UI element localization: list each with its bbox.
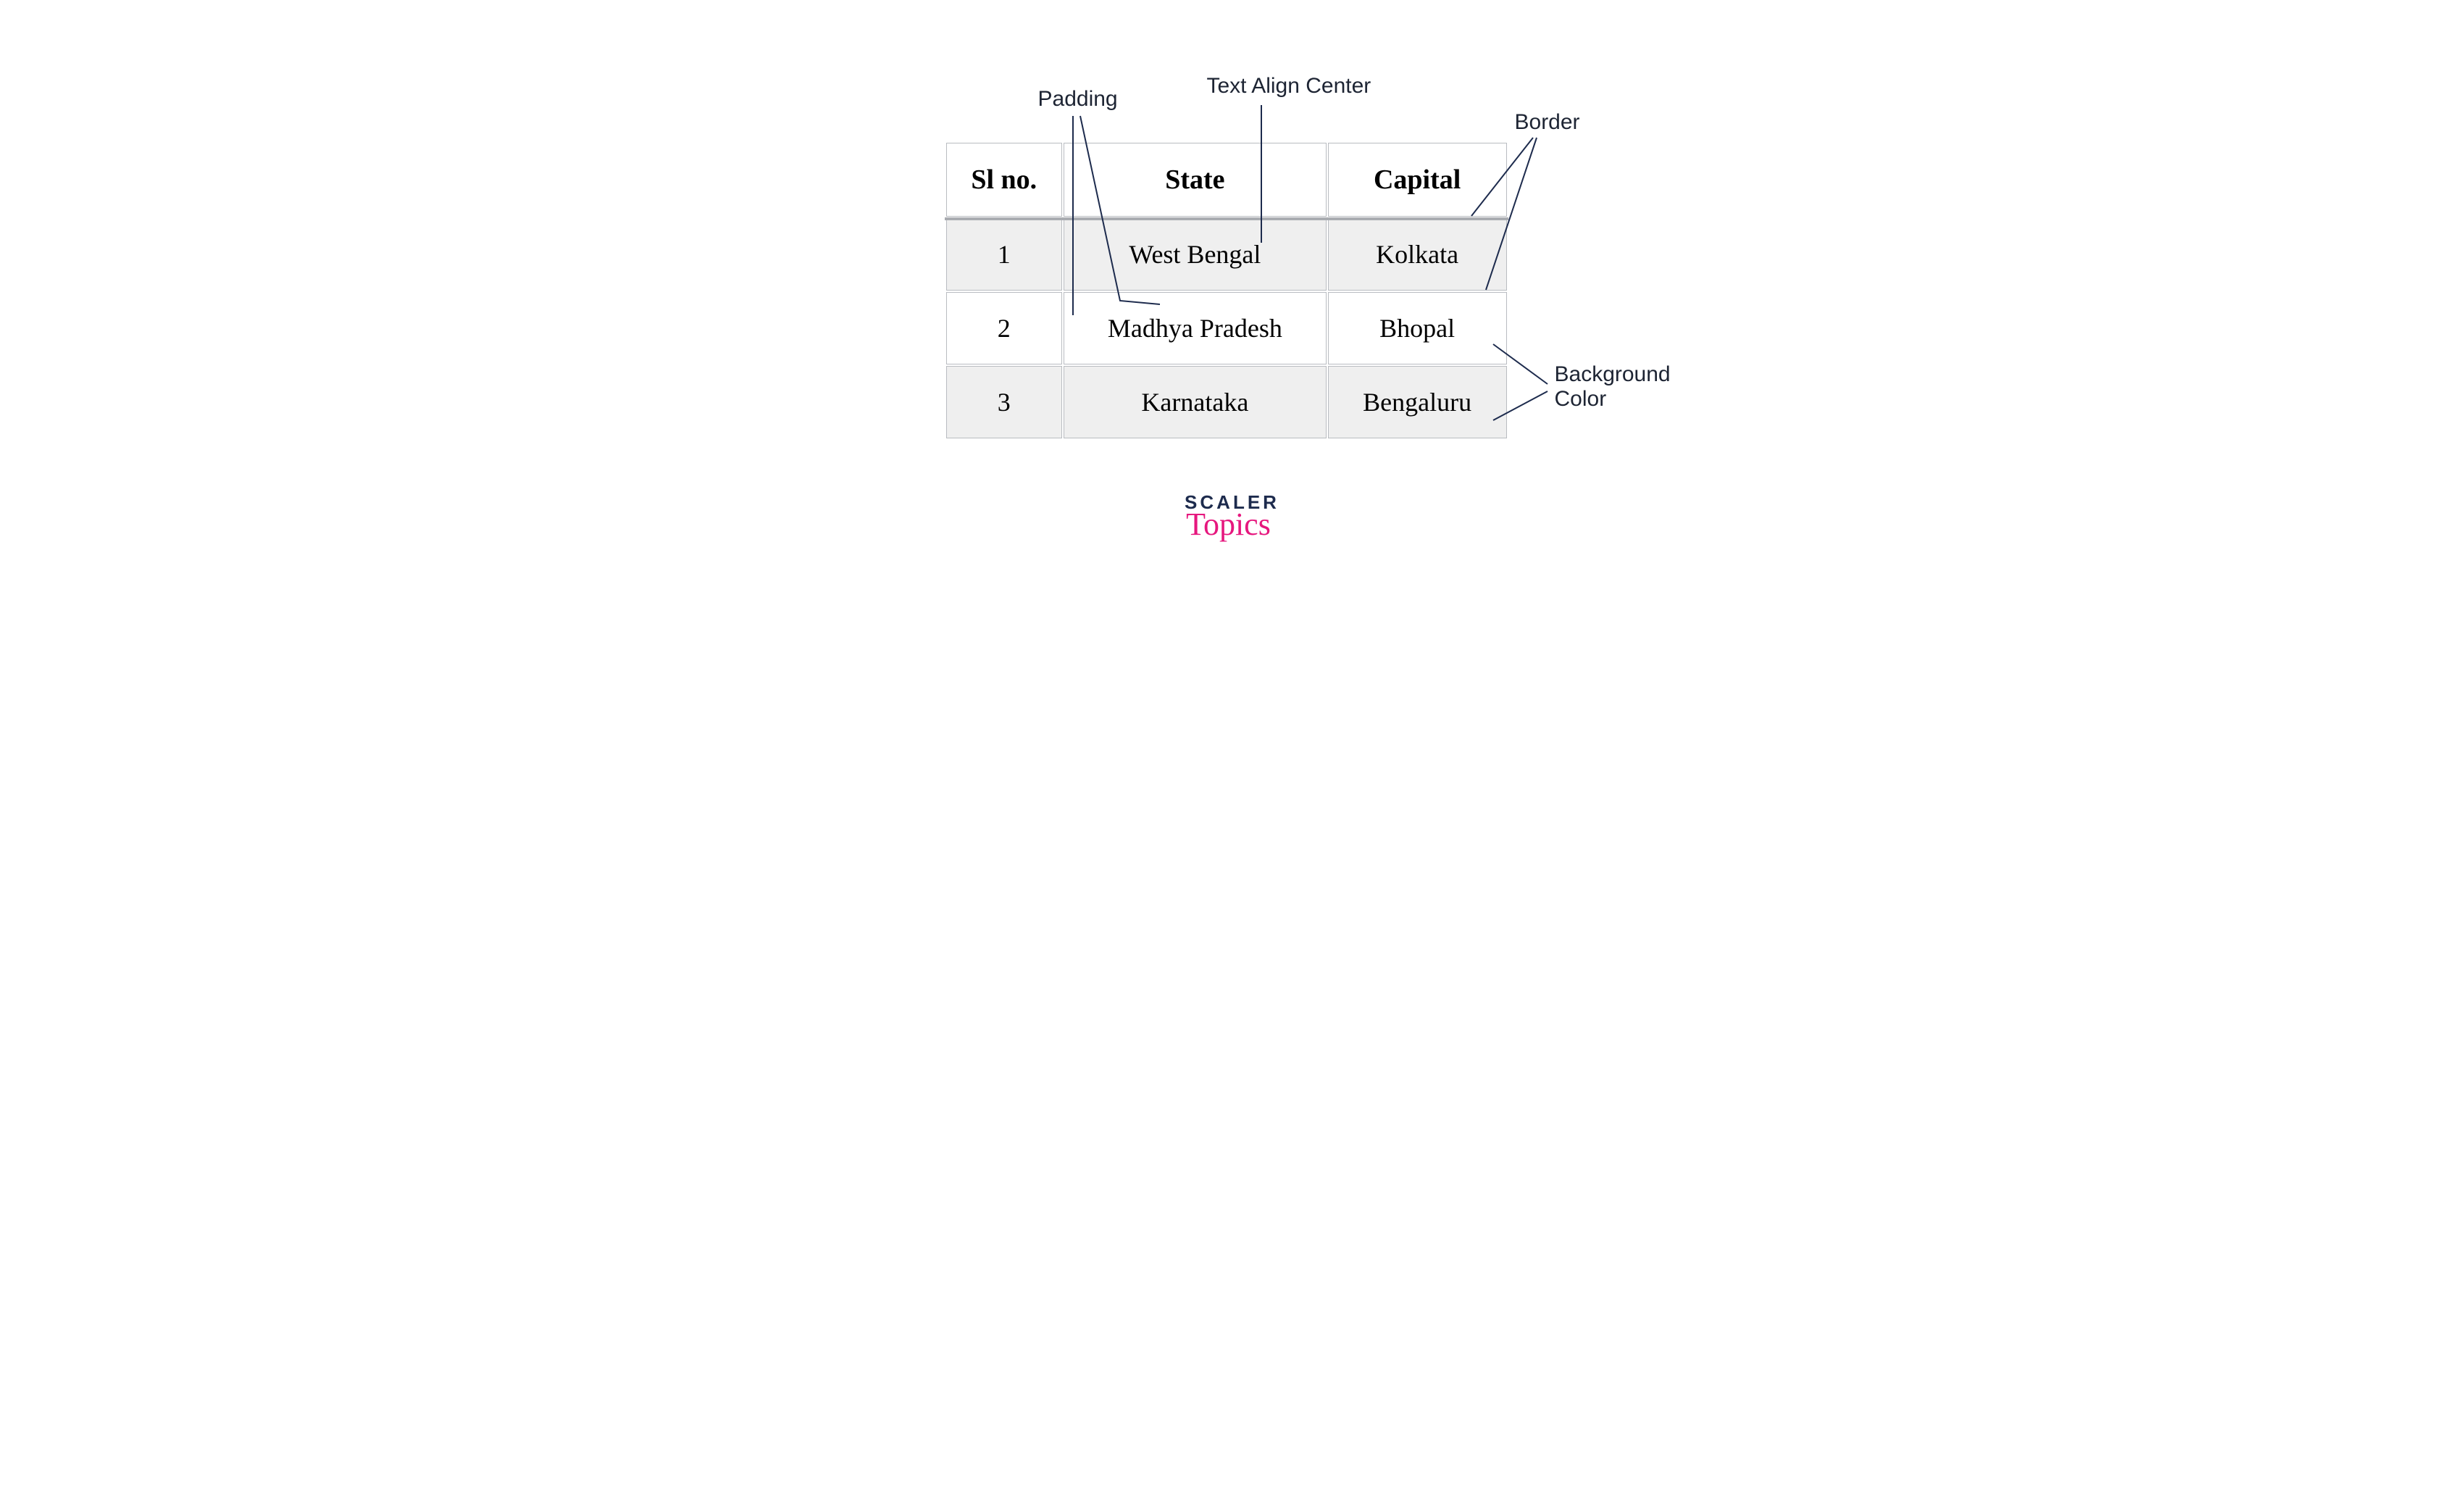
header-capital: Capital: [1328, 143, 1507, 217]
scaler-topics-logo: SCALER Topics: [1185, 493, 1279, 541]
annotation-text-align: Text Align Center: [1207, 74, 1371, 99]
header-slno: Sl no.: [946, 143, 1063, 217]
example-table: Sl no. State Capital 1 West Bengal Kolka…: [945, 141, 1508, 440]
table-row: 2 Madhya Pradesh Bhopal: [946, 292, 1507, 364]
annotation-border: Border: [1515, 110, 1580, 135]
header-state: State: [1064, 143, 1327, 217]
cell-capital: Kolkata: [1328, 218, 1507, 291]
table-header-row: Sl no. State Capital: [946, 143, 1507, 217]
cell-state: Karnataka: [1064, 366, 1327, 438]
cell-slno: 2: [946, 292, 1063, 364]
example-table-wrap: Sl no. State Capital 1 West Bengal Kolka…: [945, 141, 1508, 440]
cell-slno: 3: [946, 366, 1063, 438]
annotation-padding: Padding: [1038, 87, 1118, 112]
logo-topics: Topics: [1177, 509, 1279, 541]
cell-capital: Bengaluru: [1328, 366, 1507, 438]
table-row: 3 Karnataka Bengaluru: [946, 366, 1507, 438]
cell-state: West Bengal: [1064, 218, 1327, 291]
diagram-stage: Padding Text Align Center Border Backgro…: [725, 0, 1740, 623]
table-row: 1 West Bengal Kolkata: [946, 218, 1507, 291]
cell-slno: 1: [946, 218, 1063, 291]
annotation-bg-color-line1: Background: [1555, 362, 1671, 387]
annotation-bg-color-line2: Color: [1555, 387, 1607, 412]
cell-capital: Bhopal: [1328, 292, 1507, 364]
header-divider: [945, 217, 1508, 220]
cell-state: Madhya Pradesh: [1064, 292, 1327, 364]
